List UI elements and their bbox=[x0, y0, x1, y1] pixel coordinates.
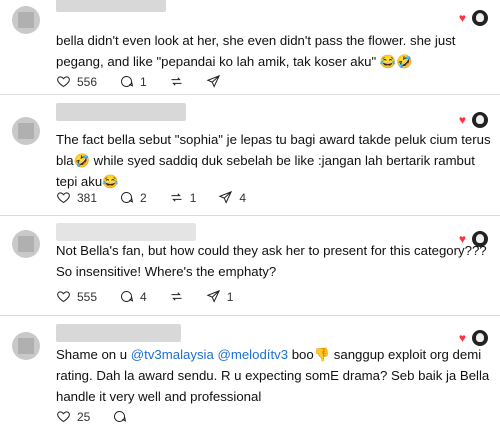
reply-button[interactable] bbox=[112, 409, 127, 424]
heart-icon bbox=[57, 291, 70, 303]
reply-post-3: ♥ Not Bella's fan, but how could they as… bbox=[0, 216, 500, 316]
username-blurred[interactable] bbox=[56, 103, 186, 121]
repost-count: 1 bbox=[189, 190, 197, 205]
heart-icon bbox=[57, 192, 70, 204]
red-heart-icon: ♥ bbox=[458, 113, 466, 127]
repost-button[interactable] bbox=[169, 74, 184, 89]
action-bar: 25 bbox=[56, 409, 149, 424]
reply-post-4: ♥ Shame on u @tv3malaysia @melodítv3 boo… bbox=[0, 316, 500, 432]
repost-icon bbox=[171, 292, 182, 301]
mention-link-melodi[interactable]: @melodítv3 bbox=[217, 347, 288, 362]
heart-icon bbox=[57, 411, 70, 423]
post-text: The fact bella sebut "sophia" je lepas t… bbox=[56, 132, 491, 189]
reply-button[interactable]: 2 bbox=[119, 190, 147, 205]
post-text-prefix: Shame on u bbox=[56, 347, 131, 362]
action-bar: 555 4 1 bbox=[56, 289, 255, 304]
username-blurred[interactable] bbox=[56, 0, 166, 12]
post-text: Shame on u @tv3malaysia @melodítv3 boo👎 … bbox=[56, 344, 494, 407]
mention-link-tv3malaysia[interactable]: @tv3malaysia bbox=[131, 347, 214, 362]
author-avatar-icon bbox=[472, 112, 488, 128]
repost-icon bbox=[171, 193, 182, 202]
post-text: Not Bella's fan, but how could they ask … bbox=[56, 243, 487, 279]
share-button[interactable]: 1 bbox=[206, 289, 234, 304]
reply-count: 2 bbox=[140, 190, 147, 205]
like-button[interactable]: 555 bbox=[56, 289, 97, 304]
share-button[interactable] bbox=[206, 74, 221, 89]
action-bar: 381 2 1 4 bbox=[56, 190, 268, 205]
like-count: 555 bbox=[77, 289, 98, 304]
reply-count: 4 bbox=[140, 289, 147, 304]
post-text: bella didn't even look at her, she even … bbox=[56, 33, 456, 69]
like-count: 556 bbox=[77, 74, 98, 89]
red-heart-icon: ♥ bbox=[458, 11, 466, 25]
share-icon bbox=[206, 74, 220, 88]
repost-button[interactable]: 1 bbox=[169, 190, 197, 205]
repost-button[interactable] bbox=[169, 289, 184, 304]
username-blurred[interactable] bbox=[56, 324, 181, 342]
avatar[interactable] bbox=[12, 230, 40, 258]
reply-count: 1 bbox=[140, 74, 147, 89]
heart-icon bbox=[57, 76, 70, 88]
share-button[interactable]: 4 bbox=[218, 190, 246, 205]
username-blurred[interactable] bbox=[56, 223, 196, 241]
comment-icon bbox=[121, 291, 134, 302]
comment-icon bbox=[121, 192, 134, 203]
liked-by-author-badge: ♥ bbox=[459, 10, 488, 26]
action-bar: 556 1 bbox=[56, 74, 243, 89]
avatar[interactable] bbox=[12, 332, 40, 360]
avatar[interactable] bbox=[12, 6, 40, 34]
reply-button[interactable]: 4 bbox=[119, 289, 147, 304]
reply-post-2: ♥ The fact bella sebut "sophia" je lepas… bbox=[0, 95, 500, 216]
like-count: 25 bbox=[77, 409, 91, 424]
share-icon bbox=[218, 190, 233, 204]
author-avatar-icon bbox=[472, 10, 488, 26]
comment-icon bbox=[114, 411, 127, 422]
like-count: 381 bbox=[77, 190, 98, 205]
repost-icon bbox=[171, 77, 182, 86]
share-icon bbox=[206, 289, 220, 303]
reply-button[interactable]: 1 bbox=[119, 74, 147, 89]
like-button[interactable]: 381 bbox=[56, 190, 97, 205]
share-count: 1 bbox=[226, 289, 234, 304]
liked-by-author-badge: ♥ bbox=[459, 112, 488, 128]
comment-icon bbox=[121, 76, 134, 87]
like-button[interactable]: 25 bbox=[56, 409, 90, 424]
reply-post-1: ♥ bella didn't even look at her, she eve… bbox=[0, 0, 500, 95]
red-heart-icon: ♥ bbox=[458, 331, 466, 345]
like-button[interactable]: 556 bbox=[56, 74, 97, 89]
share-count: 4 bbox=[239, 190, 247, 205]
avatar[interactable] bbox=[12, 117, 40, 145]
